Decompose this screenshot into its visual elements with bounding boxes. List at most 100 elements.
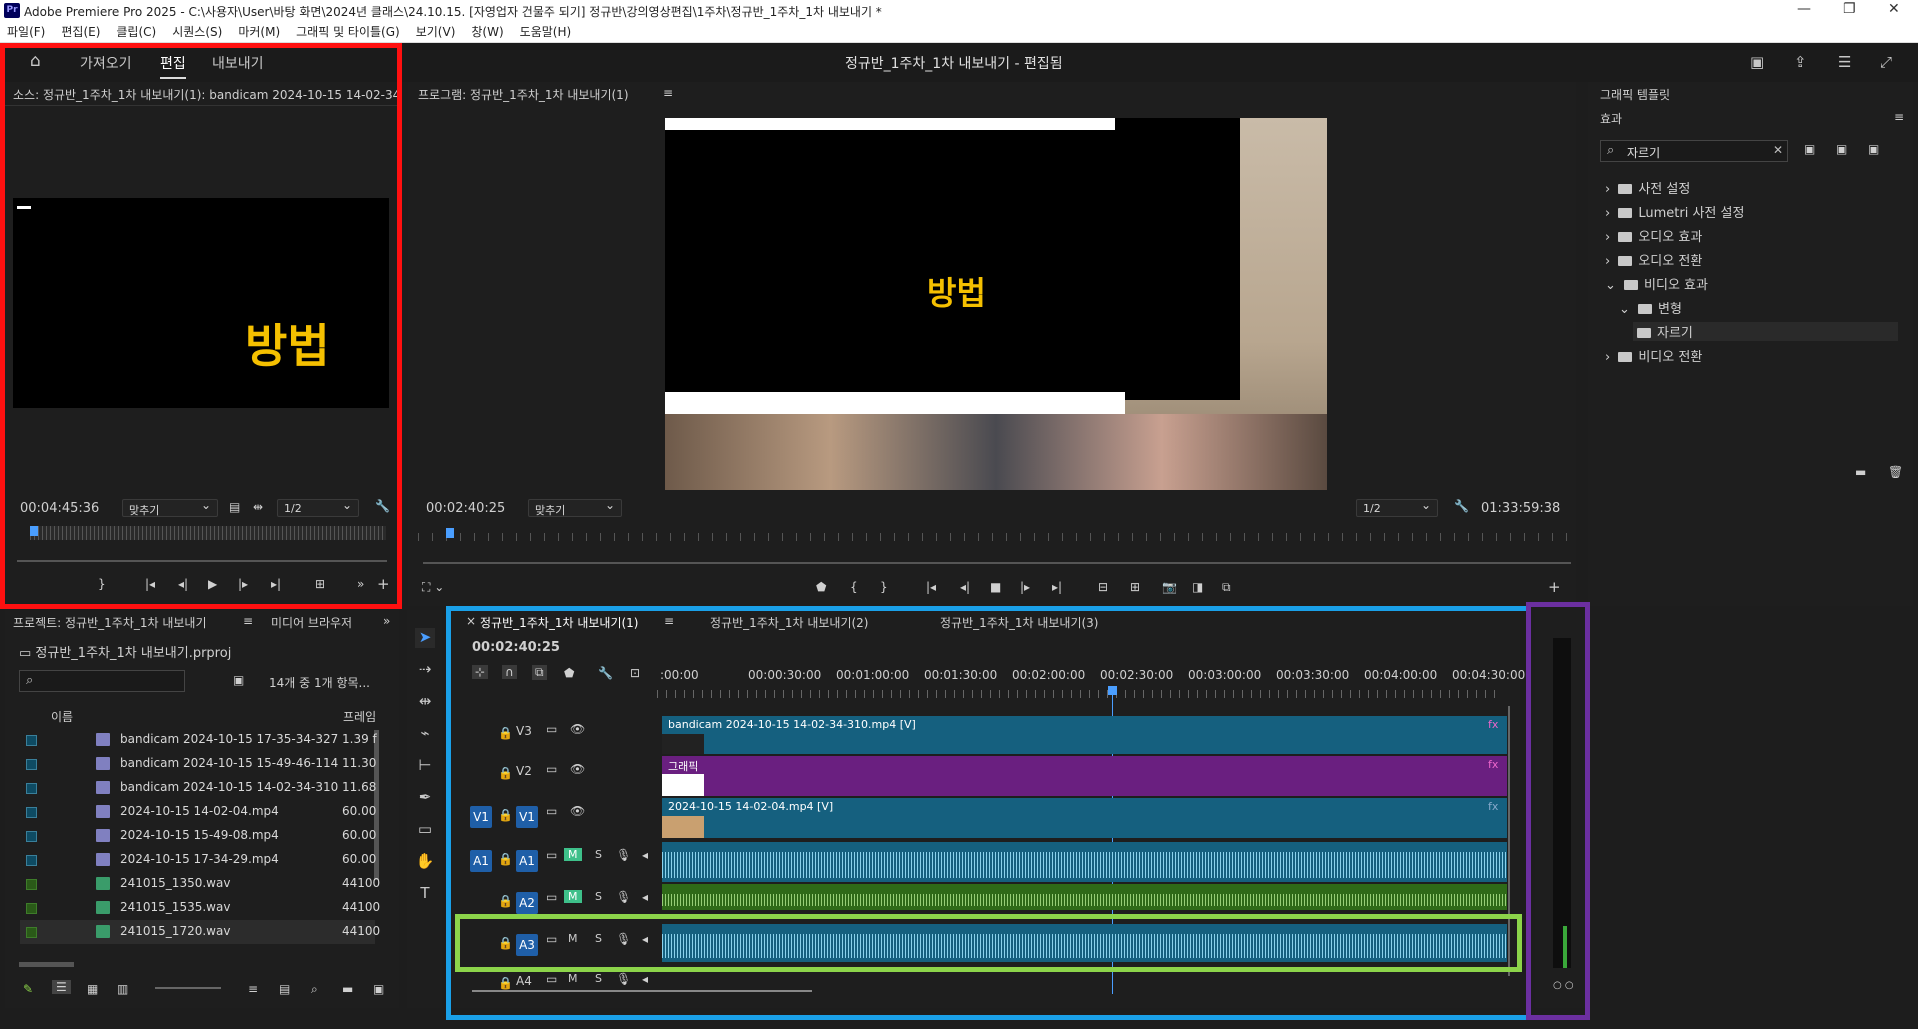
sync-lock-icon[interactable]: ▭ (546, 722, 557, 736)
step-forward-icon[interactable]: |▸ (238, 577, 248, 591)
project-list-item[interactable]: bandicam 2024-10-15 15-49-46-114 11.30 (20, 752, 376, 776)
bin-icon[interactable]: ▣ (233, 673, 244, 687)
track-target-v1[interactable]: V1 (516, 806, 538, 828)
step-back-icon[interactable]: ◂| (960, 580, 970, 594)
timeline-v-scroll[interactable] (1508, 706, 1510, 976)
clip-v2[interactable]: 그래픽 fx (662, 756, 1507, 796)
accelerated-effects-icon[interactable]: ▣ (1804, 142, 1815, 156)
project-list-item[interactable]: 241015_1535.wav 44100 (20, 896, 380, 920)
track-select-tool-icon[interactable]: ⇢ (415, 660, 435, 680)
source-tab[interactable]: 소스: 정규반_1주차_1차 내보내기(1): bandicam 2024-10… (13, 86, 399, 103)
project-tab[interactable]: 프로젝트: 정규반_1주차_1차 내보내기 (13, 614, 207, 631)
timeline-ruler[interactable] (657, 690, 1499, 698)
lock-icon[interactable]: 🔒 (498, 852, 513, 866)
quick-export-icon[interactable]: ▣ (1750, 53, 1764, 71)
linked-selection-icon[interactable]: ⧉ (532, 665, 547, 680)
mark-out-icon[interactable]: } (98, 577, 106, 591)
solo-button[interactable]: S (595, 848, 602, 861)
clip-v3[interactable]: bandicam 2024-10-15 14-02-34-310.mp4 [V]… (662, 716, 1507, 754)
label-color-swatch[interactable] (26, 783, 37, 794)
label-color-swatch[interactable] (26, 831, 37, 842)
solo-buttons[interactable]: ○ ○ (1553, 980, 1574, 991)
project-list-item[interactable]: 2024-10-15 14-02-04.mp4 60.00 (20, 800, 376, 824)
wrench-icon[interactable]: 🔧 (1454, 499, 1469, 513)
clip-a2[interactable] (662, 884, 1507, 910)
add-button-icon[interactable]: + (377, 575, 390, 593)
effects-tree-item[interactable]: ⌄ 변형 (1619, 298, 1682, 317)
track-target-a2[interactable]: A2 (516, 892, 538, 914)
list-view-icon[interactable]: ☰ (52, 980, 71, 994)
new-bin-icon[interactable]: ▬ (342, 982, 353, 996)
more-icon[interactable]: » (383, 614, 390, 628)
audio-collapse-icon[interactable]: ◂ (642, 972, 648, 986)
mute-button[interactable]: M (564, 890, 582, 903)
add-marker-icon[interactable]: ⬟ (816, 580, 826, 594)
source-patch-v1[interactable]: V1 (470, 806, 492, 828)
project-list-item[interactable]: 241015_1720.wav 44100 (20, 920, 380, 944)
label-color-swatch[interactable] (26, 759, 37, 770)
project-list-item[interactable]: 2024-10-15 15-49-08.mp4 60.00 (20, 824, 376, 848)
selection-tool-icon[interactable]: ➤ (415, 628, 435, 648)
panel-menu-icon[interactable]: ≡ (1894, 110, 1904, 124)
safe-margins-icon[interactable]: ⛶ ⌄ (422, 580, 444, 595)
program-playhead[interactable] (446, 528, 454, 538)
solo-button[interactable]: S (595, 972, 602, 985)
column-name[interactable]: 이름 (51, 708, 73, 725)
menu-file[interactable]: 파일(F) (7, 21, 45, 43)
mute-button[interactable]: M (564, 932, 582, 945)
panel-menu-icon[interactable]: ≡ (243, 614, 253, 628)
go-to-in-icon[interactable]: |◂ (926, 580, 936, 594)
captions-icon[interactable]: ⊡ (630, 666, 640, 680)
eye-icon[interactable]: 👁 (570, 804, 585, 818)
sync-lock-icon[interactable]: ▭ (546, 848, 557, 862)
minimize-icon[interactable]: — (1797, 1, 1811, 17)
source-timecode[interactable]: 00:04:45:36 (20, 501, 99, 516)
sync-lock-icon[interactable]: ▭ (546, 890, 557, 904)
close-icon[interactable]: ✕ (1888, 1, 1900, 17)
lock-icon[interactable]: 🔒 (498, 894, 513, 908)
yuv-effects-icon[interactable]: ▣ (1868, 142, 1879, 156)
effects-tree-item[interactable]: 자르기 (1633, 322, 1898, 341)
go-to-in-icon[interactable]: |◂ (145, 577, 155, 591)
eye-icon[interactable]: 👁 (570, 762, 585, 776)
home-icon[interactable]: ⌂ (30, 51, 41, 71)
effects-tree-item[interactable]: › 비디오 전환 (1605, 346, 1702, 365)
compare-icon[interactable]: ◨ (1192, 580, 1203, 594)
menu-graphics[interactable]: 그래픽 및 타이틀(G) (296, 21, 400, 43)
go-to-out-icon[interactable]: ▸| (1052, 580, 1062, 594)
slip-tool-icon[interactable]: ⊢ (415, 756, 435, 776)
insert-icon[interactable]: ⊞ (315, 577, 325, 591)
fullscreen-icon[interactable]: ⤢ (1880, 53, 1892, 71)
effects-tree-item[interactable]: › 사전 설정 (1605, 178, 1690, 197)
panel-menu-icon[interactable]: ≡ (663, 86, 673, 100)
project-h-scrollbar[interactable] (19, 962, 74, 967)
mark-in-icon[interactable]: { (850, 580, 858, 594)
trim-icon[interactable]: ⇹ (253, 500, 263, 514)
project-search-input[interactable]: ⌕ (19, 670, 185, 692)
wrench-icon[interactable]: 🔧 (375, 499, 390, 513)
lock-icon[interactable]: 🔒 (498, 766, 513, 780)
source-patch-a1[interactable]: A1 (470, 850, 492, 872)
sync-lock-icon[interactable]: ▭ (546, 972, 557, 986)
audio-collapse-icon[interactable]: ◂ (642, 848, 648, 862)
chevron-right-icon[interactable]: › (1605, 182, 1614, 197)
maximize-icon[interactable]: ❐ (1843, 1, 1856, 17)
tab-export[interactable]: 내보내기 (212, 53, 264, 73)
zoom-slider[interactable] (155, 987, 221, 989)
sequence-tab-1[interactable]: 정규반_1주차_1차 내보내기(1) (480, 614, 638, 631)
label-color-swatch[interactable] (26, 903, 37, 914)
automate-icon[interactable]: ▤ (279, 982, 290, 996)
tab-edit[interactable]: 편집 (160, 53, 186, 79)
effects-tree-item[interactable]: › 오디오 전환 (1605, 250, 1702, 269)
solo-button[interactable]: S (595, 932, 602, 945)
sequence-tab-3[interactable]: 정규반_1주차_1차 내보내기(3) (940, 614, 1098, 631)
clip-a1[interactable] (662, 842, 1507, 882)
delete-icon[interactable]: 🗑 (1888, 465, 1903, 479)
menu-marker[interactable]: 마커(M) (238, 21, 280, 43)
freeform-view-icon[interactable]: ▥ (117, 982, 128, 996)
eye-icon[interactable]: 👁 (570, 722, 585, 736)
program-resolution-select[interactable]: 1/2 (1356, 498, 1438, 517)
sort-icon[interactable]: ≡ (248, 982, 258, 996)
audio-collapse-icon[interactable]: ◂ (642, 932, 648, 946)
track-target-v3[interactable]: V3 (516, 724, 532, 738)
